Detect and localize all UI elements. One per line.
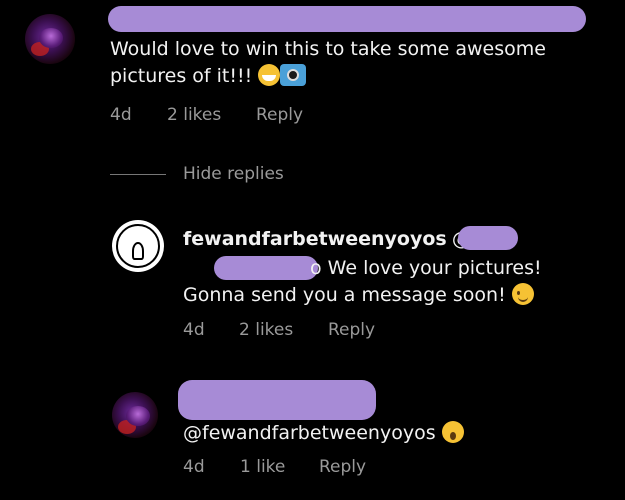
yoyo-icon: [39, 28, 63, 48]
comment-text: Would love to win this to take some awes…: [110, 38, 546, 87]
comment-time: 4d: [110, 105, 132, 125]
replies-divider: [110, 174, 166, 175]
redacted-username-2: [178, 380, 376, 420]
reply-text-2: Gonna send you a message soon!: [183, 284, 506, 306]
comment-likes[interactable]: 2 likes: [167, 105, 221, 125]
redacted-mention-line: [214, 256, 318, 280]
yoyo-icon: [126, 406, 150, 426]
winking-face-icon: [511, 283, 534, 305]
commenter-avatar[interactable]: [25, 14, 75, 64]
reply2-likes[interactable]: 1 like: [240, 457, 285, 477]
comment-reply-button[interactable]: Reply: [256, 105, 303, 125]
brand-logo-avatar[interactable]: [112, 220, 164, 272]
camera-with-flash-icon: [280, 64, 307, 86]
reply-line-1: o We love your pictures!: [310, 255, 542, 282]
reply-line-2: Gonna send you a message soon!: [183, 282, 534, 309]
reply-text-1: o We love your pictures!: [310, 257, 542, 279]
reply1-likes[interactable]: 2 likes: [239, 320, 293, 340]
hushed-face-icon: [441, 421, 464, 443]
reply2-body: @fewandfarbetweenyoyos: [183, 420, 464, 447]
reply1-meta: 4d 2 likes Reply: [183, 320, 443, 342]
redacted-mention: [458, 226, 518, 250]
reply2-reply-button[interactable]: Reply: [319, 457, 366, 477]
hide-replies-button[interactable]: Hide replies: [183, 164, 284, 184]
rocket-icon: [132, 242, 144, 260]
reply2-avatar[interactable]: [112, 392, 158, 438]
logo-rocket-emblem: [112, 232, 164, 242]
reply1-time: 4d: [183, 320, 205, 340]
redacted-username: [108, 6, 586, 32]
reply2-time: 4d: [183, 457, 205, 477]
comment-meta: 4d 2 likes Reply: [110, 105, 370, 127]
reply2-text: @fewandfarbetweenyoyos: [183, 422, 436, 444]
reply2-meta: 4d 1 like Reply: [183, 457, 443, 479]
comment-body: Would love to win this to take some awes…: [110, 36, 580, 90]
reply1-reply-button[interactable]: Reply: [328, 320, 375, 340]
grinning-face-icon: [258, 64, 281, 86]
reply-username[interactable]: fewandfarbetweenyoyos: [183, 228, 447, 250]
